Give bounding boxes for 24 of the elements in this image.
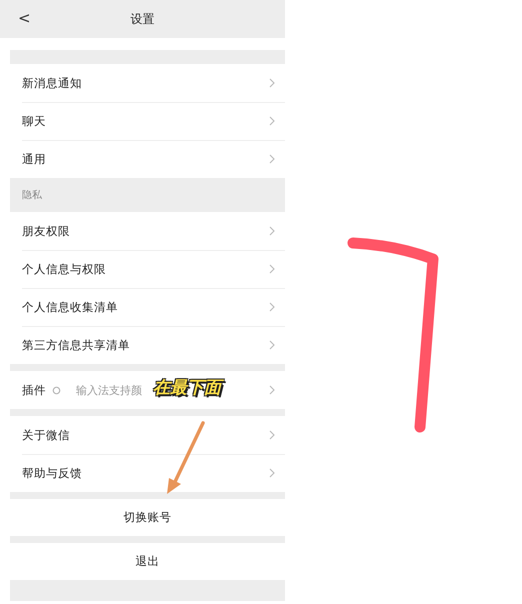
row-label: 个人信息与权限 — [22, 262, 106, 276]
screen-title: 设置 — [130, 10, 154, 28]
row-label: 通用 — [22, 152, 46, 166]
chevron-icon — [269, 430, 275, 440]
row-label: 帮助与反馈 — [22, 466, 82, 480]
row-label: 插件 — [22, 382, 46, 398]
chevron-icon — [269, 116, 275, 126]
back-button[interactable]: < — [18, 9, 31, 27]
row-label: 关于微信 — [22, 428, 70, 442]
section-label: 隐私 — [22, 189, 42, 202]
row-label: 个人信息收集清单 — [22, 300, 118, 314]
chevron-icon — [269, 468, 275, 478]
row-label: 朋友权限 — [22, 224, 70, 238]
chevron-icon — [269, 385, 275, 395]
chevron-icon — [269, 302, 275, 312]
chevron-icon — [269, 154, 275, 164]
chevron-icon — [269, 78, 275, 88]
chevron-icon — [269, 340, 275, 350]
row-label: 第三方信息共享清单 — [22, 338, 130, 352]
row-label: 聊天 — [22, 114, 46, 128]
chevron-icon — [269, 264, 275, 274]
row-label: 新消息通知 — [22, 76, 82, 90]
row-value: 输入法支持颜 — [76, 382, 142, 398]
chevron-icon — [269, 226, 275, 236]
